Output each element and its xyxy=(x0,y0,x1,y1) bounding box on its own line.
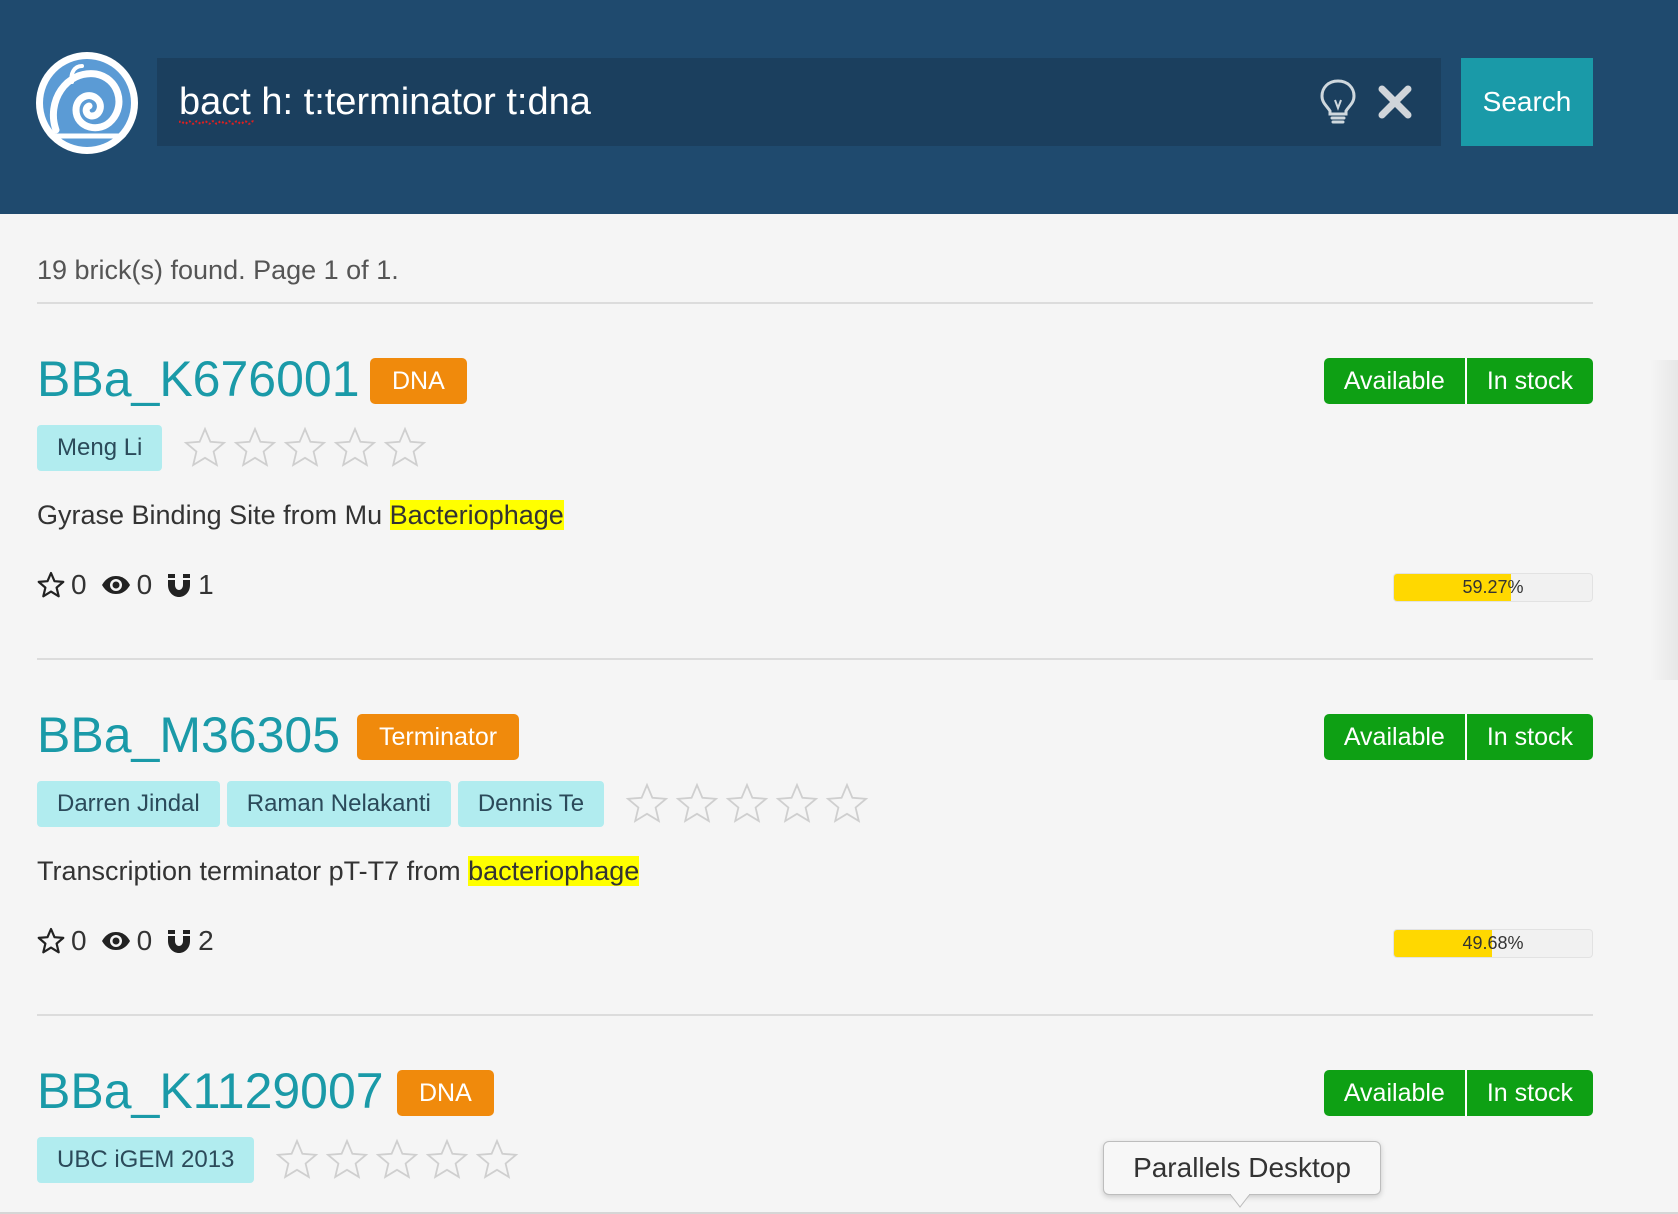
star-outline-icon[interactable] xyxy=(775,782,819,826)
results-summary: 19 brick(s) found. Page 1 of 1. xyxy=(37,255,399,285)
views-count: 0 xyxy=(136,569,153,600)
brick-card: BBa_M36305 Terminator Available In stock… xyxy=(37,703,1593,1003)
part-description: Gyrase Binding Site from Mu Bacteriophag… xyxy=(37,495,564,535)
star-icon xyxy=(37,571,65,598)
views-count: 0 xyxy=(136,925,153,956)
brick-card: BBa_K676001 DNA Available In stock Meng … xyxy=(37,347,1593,647)
star-outline-icon[interactable] xyxy=(325,1138,369,1182)
author-chip[interactable]: UBC iGEM 2013 xyxy=(37,1137,255,1183)
favorites-count: 0 xyxy=(71,925,87,956)
favorites-count: 0 xyxy=(71,569,87,600)
search-input[interactable] xyxy=(179,58,1259,146)
author-chip[interactable]: Darren Jindal xyxy=(37,781,220,827)
star-outline-icon[interactable] xyxy=(825,782,869,826)
close-icon[interactable] xyxy=(1377,84,1413,120)
search-button[interactable]: Search xyxy=(1461,58,1593,146)
star-outline-icon[interactable] xyxy=(625,782,669,826)
favorites-stat: 0 xyxy=(37,925,87,957)
snail-logo-icon xyxy=(38,54,136,152)
author-chip[interactable]: Dennis Te xyxy=(457,781,605,827)
search-highlight: Bacteriophage xyxy=(389,500,564,530)
status-badge: Available In stock xyxy=(1323,714,1593,760)
star-outline-icon[interactable] xyxy=(375,1138,419,1182)
star-outline-icon[interactable] xyxy=(333,426,377,470)
description-text: Gyrase Binding Site from Mu xyxy=(37,500,390,530)
tooltip-arrow xyxy=(1230,1194,1250,1208)
author-chip[interactable]: Meng Li xyxy=(37,425,163,471)
divider xyxy=(37,1014,1593,1016)
status-badge: Available In stock xyxy=(1323,1070,1593,1116)
snail-logo[interactable] xyxy=(36,52,138,154)
progress-label: 49.68% xyxy=(1462,933,1524,953)
availability-label: Available xyxy=(1323,714,1465,760)
star-outline-icon[interactable] xyxy=(183,426,227,470)
spellcheck-underline xyxy=(179,120,256,125)
favorites-stat: 0 xyxy=(37,569,87,601)
stock-label: In stock xyxy=(1464,358,1593,404)
eye-icon xyxy=(101,576,130,594)
star-icon xyxy=(37,927,65,954)
dock-tooltip: Parallels Desktop xyxy=(1103,1141,1381,1195)
star-outline-icon[interactable] xyxy=(233,426,277,470)
stock-label: In stock xyxy=(1464,1070,1593,1116)
quality-progress-bar: 49.68% xyxy=(1393,929,1593,958)
part-name-link[interactable]: BBa_K1129007 xyxy=(37,1059,384,1123)
star-outline-icon[interactable] xyxy=(675,782,719,826)
uses-count: 1 xyxy=(198,569,214,600)
scroll-edge-shadow xyxy=(1650,360,1678,680)
star-outline-icon[interactable] xyxy=(275,1138,319,1182)
author-list: Darren Jindal Raman Nelakanti Dennis Te xyxy=(37,781,869,827)
rating-stars xyxy=(625,781,869,827)
availability-label: Available xyxy=(1323,1070,1465,1116)
uses-count: 2 xyxy=(198,925,214,956)
part-description: Transcription terminator pT-T7 from bact… xyxy=(37,851,640,891)
stats-row: 0 0 1 xyxy=(37,569,228,601)
star-outline-icon[interactable] xyxy=(425,1138,469,1182)
description-text: Transcription terminator pT-T7 from xyxy=(37,856,469,886)
magnet-icon xyxy=(168,930,191,953)
author-list: UBC iGEM 2013 xyxy=(37,1137,519,1183)
views-stat: 0 xyxy=(101,569,153,601)
search-highlight: bacteriophage xyxy=(468,856,640,886)
part-name-link[interactable]: BBa_K676001 xyxy=(37,347,360,411)
uses-stat: 2 xyxy=(166,925,214,957)
rating-stars xyxy=(275,1137,519,1183)
availability-label: Available xyxy=(1323,358,1465,404)
header-bar: Search xyxy=(0,0,1678,214)
star-outline-icon[interactable] xyxy=(283,426,327,470)
eye-icon xyxy=(101,932,130,950)
star-outline-icon[interactable] xyxy=(475,1138,519,1182)
uses-stat: 1 xyxy=(166,569,214,601)
type-badge: Terminator xyxy=(357,714,520,760)
stats-row: 0 0 2 xyxy=(37,925,228,957)
type-badge: DNA xyxy=(397,1070,494,1116)
search-box xyxy=(157,58,1441,146)
magnet-icon xyxy=(168,574,191,597)
divider xyxy=(37,658,1593,660)
author-list: Meng Li xyxy=(37,425,427,471)
part-name-link[interactable]: BBa_M36305 xyxy=(37,703,340,767)
quality-progress-bar: 59.27% xyxy=(1393,573,1593,602)
type-badge: DNA xyxy=(370,358,467,404)
divider xyxy=(37,302,1593,304)
status-badge: Available In stock xyxy=(1323,358,1593,404)
views-stat: 0 xyxy=(101,925,153,957)
progress-label: 59.27% xyxy=(1462,577,1524,597)
star-outline-icon[interactable] xyxy=(725,782,769,826)
lightbulb-icon[interactable] xyxy=(1317,78,1359,126)
star-outline-icon[interactable] xyxy=(383,426,427,470)
stock-label: In stock xyxy=(1464,714,1593,760)
author-chip[interactable]: Raman Nelakanti xyxy=(226,781,451,827)
rating-stars xyxy=(183,425,427,471)
